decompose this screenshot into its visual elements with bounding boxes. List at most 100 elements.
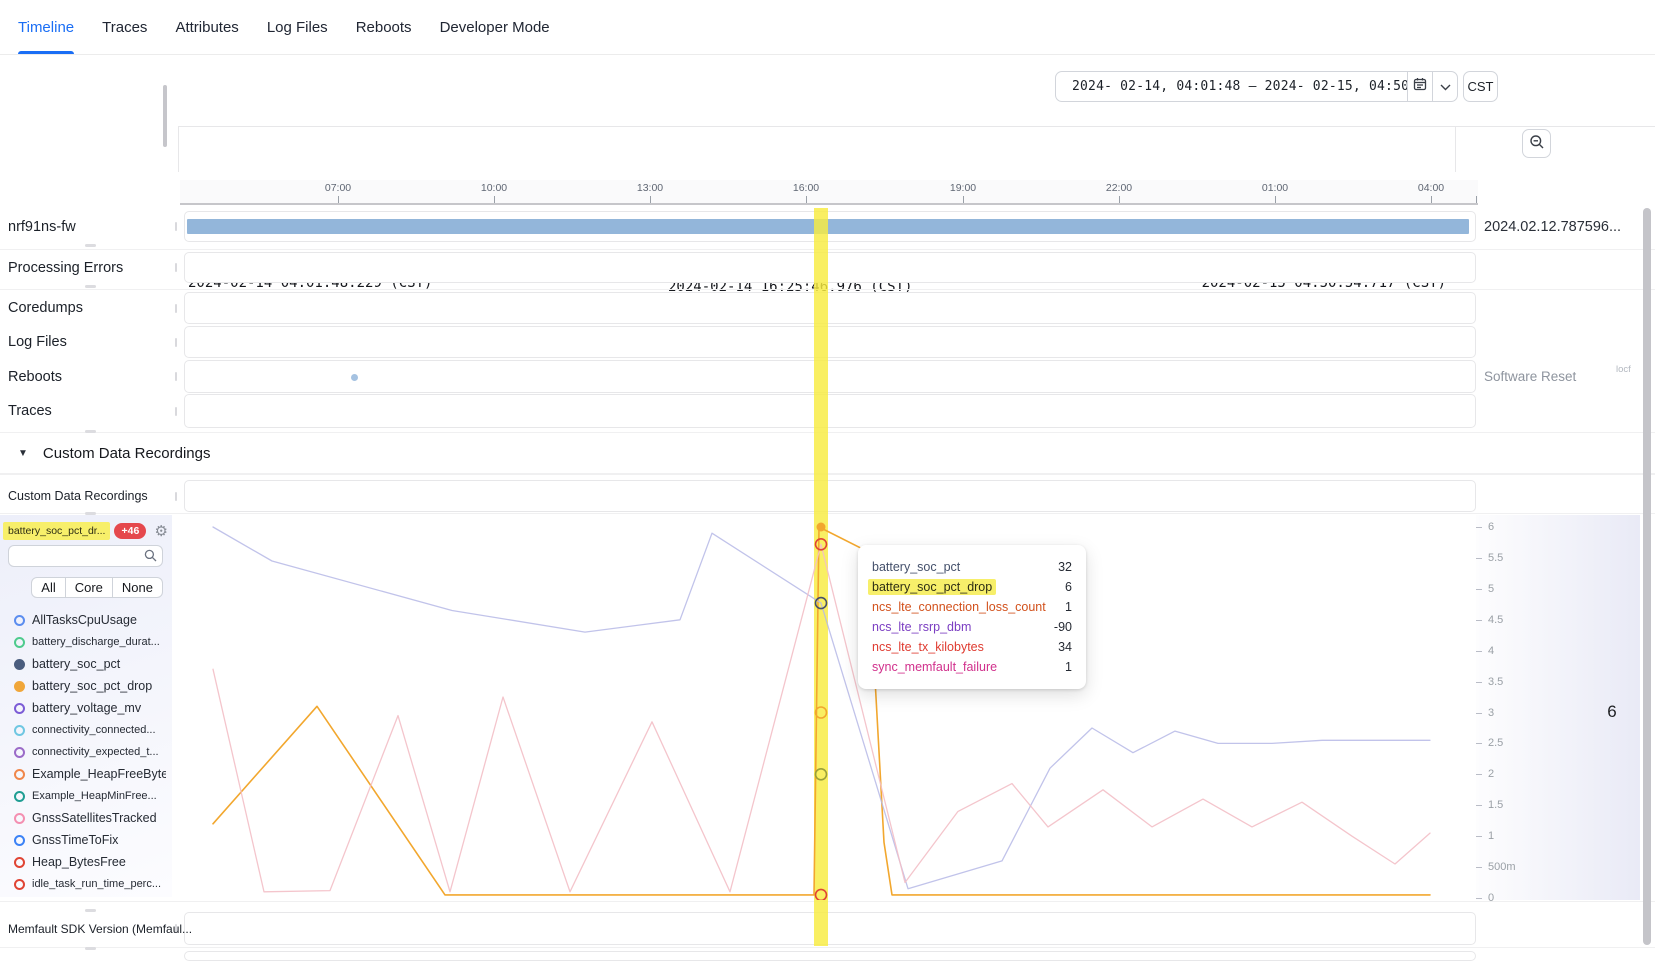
tooltip-value: 34 xyxy=(1058,640,1072,654)
metric-item-example-heapminfree[interactable]: Example_HeapMinFree... xyxy=(0,785,166,807)
metric-color-dot xyxy=(14,703,25,714)
metric-count-badge[interactable]: +46 xyxy=(114,523,146,539)
tooltip-value: 1 xyxy=(1065,600,1072,614)
tab-traces[interactable]: Traces xyxy=(102,0,147,54)
metric-item-battery-soc-pct[interactable]: battery_soc_pct xyxy=(0,653,166,675)
tab-reboots[interactable]: Reboots xyxy=(356,0,412,54)
metric-color-dot xyxy=(14,835,25,846)
date-range-control[interactable]: 2024- 02-14, 04:01:48 – 2024- 02-15, 04:… xyxy=(1055,71,1458,102)
time-tick-label: 16:00 xyxy=(793,182,819,194)
y-tick-label: 6 xyxy=(1488,521,1494,533)
date-range-dropdown-button[interactable] xyxy=(1432,72,1457,101)
row-track-reboots[interactable] xyxy=(184,360,1476,393)
tooltip-label: battery_soc_pct_drop xyxy=(868,579,996,595)
y-tick xyxy=(1476,743,1482,744)
row-track-memfault-sdk-version[interactable] xyxy=(184,912,1476,945)
tab-log-files[interactable]: Log Files xyxy=(267,0,328,54)
metric-item-idle-task-run-time-perc[interactable]: idle_task_run_time_perc... xyxy=(0,873,166,895)
row-resize-tick xyxy=(175,338,177,347)
time-tick-label: 13:00 xyxy=(637,182,663,194)
row-resize-handle[interactable] xyxy=(85,285,96,288)
row-track-partial xyxy=(184,951,1476,961)
section-title: Custom Data Recordings xyxy=(43,445,211,462)
chevron-down-icon xyxy=(1440,78,1451,96)
tab-developer-mode[interactable]: Developer Mode xyxy=(440,0,550,54)
tab-bar: Timeline Traces Attributes Log Files Reboots… xyxy=(0,0,1655,55)
row-resize-handle[interactable] xyxy=(85,947,96,950)
metric-item-example-heapfreebytes[interactable]: Example_HeapFreeBytes xyxy=(0,763,166,785)
date-range-input[interactable]: 2024- 02-14, 04:01:48 – 2024- 02-15, 04:… xyxy=(1056,72,1407,101)
metric-label: connectivity_connected... xyxy=(32,724,156,736)
chart-tooltip: battery_soc_pct32battery_soc_pct_drop6nc… xyxy=(858,545,1086,689)
tab-attributes[interactable]: Attributes xyxy=(175,0,238,54)
gear-icon[interactable]: ⚙ xyxy=(155,524,168,539)
tooltip-row-ncs-lte-tx-kilobytes: ncs_lte_tx_kilobytes34 xyxy=(872,637,1072,657)
metric-label: Example_HeapFreeBytes xyxy=(32,767,166,781)
reboot-event-dot[interactable] xyxy=(351,374,358,381)
metric-label: battery_soc_pct_drop xyxy=(32,679,152,693)
vertical-scrollbar[interactable] xyxy=(1643,208,1651,945)
chart-svg[interactable] xyxy=(184,515,1476,900)
time-tick-label: 01:00 xyxy=(1262,182,1288,194)
row-track-nrf91ns-fw[interactable] xyxy=(184,211,1476,242)
metric-color-dot xyxy=(14,681,25,692)
y-tick xyxy=(1476,620,1482,621)
metric-item-heap-bytesfree[interactable]: Heap_BytesFree xyxy=(0,851,166,873)
filter-all-button[interactable]: All xyxy=(31,577,65,598)
row-resize-tick xyxy=(175,304,177,313)
y-tick-label: 2 xyxy=(1488,768,1494,780)
time-axis[interactable]: 07:0010:0013:0016:0019:0022:0001:0004:00 xyxy=(180,180,1478,205)
metric-search-input[interactable] xyxy=(8,545,163,567)
metric-item-battery-soc-pct-drop[interactable]: battery_soc_pct_drop xyxy=(0,675,166,697)
time-tick-label: 10:00 xyxy=(481,182,507,194)
y-tick xyxy=(1476,805,1482,806)
tooltip-row-battery-soc-pct-drop: battery_soc_pct_drop6 xyxy=(872,577,1072,597)
section-collapse-caret-icon[interactable]: ▼ xyxy=(18,448,28,459)
row-track-custom-data-recordings[interactable] xyxy=(184,480,1476,512)
y-tick xyxy=(1476,898,1482,899)
series-battery-soc-pct-drop xyxy=(213,527,1430,895)
tooltip-value: 1 xyxy=(1065,660,1072,674)
y-tick-label: 0 xyxy=(1488,892,1494,904)
zoom-out-button[interactable] xyxy=(1522,129,1551,158)
metric-item-connectivity-expected-t[interactable]: connectivity_expected_t... xyxy=(0,741,166,763)
metric-label: battery_soc_pct xyxy=(32,657,120,671)
metric-color-dot xyxy=(14,747,25,758)
tab-timeline[interactable]: Timeline xyxy=(18,0,74,54)
row-track-log-files[interactable] xyxy=(184,326,1476,358)
metric-item-alltaskscpuusage[interactable]: AllTasksCpuUsage xyxy=(0,609,166,631)
filter-core-button[interactable]: Core xyxy=(65,577,113,598)
row-track-coredumps[interactable] xyxy=(184,292,1476,324)
metric-color-dot xyxy=(14,615,25,626)
row-label-coredumps: Coredumps xyxy=(8,292,83,324)
cursor-marker xyxy=(816,769,827,780)
y-tick-label: 3 xyxy=(1488,707,1494,719)
metric-color-dot xyxy=(14,857,25,868)
firmware-version-bar[interactable] xyxy=(187,219,1469,234)
calendar-button[interactable] xyxy=(1407,72,1432,101)
filter-none-button[interactable]: None xyxy=(112,577,163,598)
metric-label: battery_voltage_mv xyxy=(32,701,141,715)
time-tick-label: 22:00 xyxy=(1106,182,1132,194)
timezone-button[interactable]: CST xyxy=(1463,71,1498,102)
metric-item-battery-discharge-durat[interactable]: battery_discharge_durat... xyxy=(0,631,166,653)
metric-item-gnsssatellitestracked[interactable]: GnssSatellitesTracked xyxy=(0,807,166,829)
row-resize-handle[interactable] xyxy=(85,909,96,912)
metric-item-gnsstimetofix[interactable]: GnssTimeToFix xyxy=(0,829,166,851)
metric-label: GnssTimeToFix xyxy=(32,833,118,847)
time-tick-label: 19:00 xyxy=(950,182,976,194)
y-tick-label: 4 xyxy=(1488,645,1494,657)
y-tick-label: 1 xyxy=(1488,830,1494,842)
row-resize-tick xyxy=(175,492,177,501)
metric-color-dot xyxy=(14,659,25,670)
firmware-version-annotation: 2024.02.12.787596... xyxy=(1484,211,1621,242)
row-track-traces[interactable] xyxy=(184,394,1476,428)
metric-item-connectivity-connected[interactable]: connectivity_connected... xyxy=(0,719,166,741)
tooltip-label: ncs_lte_rsrp_dbm xyxy=(872,620,971,634)
sidebar-scrollbar[interactable] xyxy=(163,85,167,147)
metric-item-battery-voltage-mv[interactable]: battery_voltage_mv xyxy=(0,697,166,719)
selected-metric-pill[interactable]: battery_soc_pct_dr... xyxy=(3,522,110,540)
y-tick-label: 1.5 xyxy=(1488,799,1503,811)
row-track-processing-errors[interactable] xyxy=(184,252,1476,283)
row-resize-handle[interactable] xyxy=(85,244,96,247)
